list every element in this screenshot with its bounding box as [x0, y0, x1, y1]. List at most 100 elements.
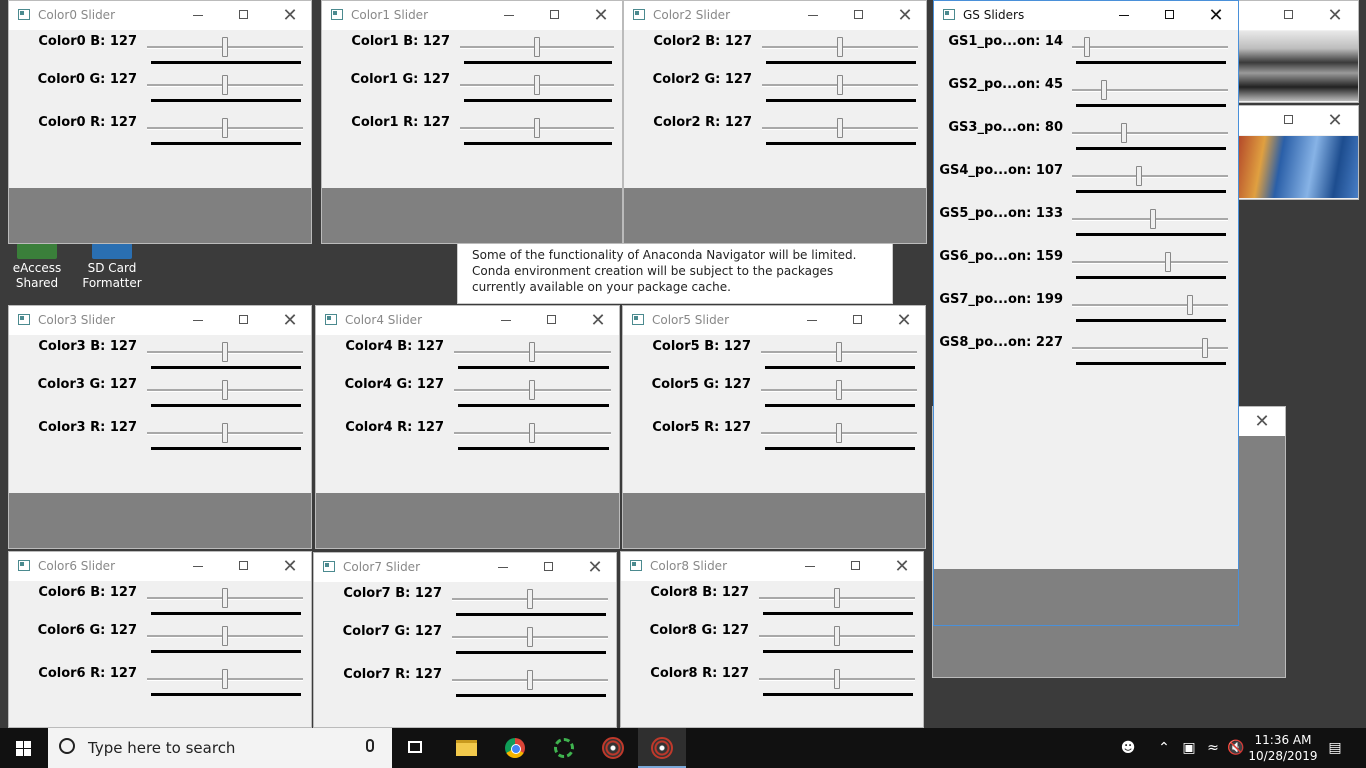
slider-thumb[interactable] — [836, 380, 842, 400]
title-bar[interactable]: Color7 Slider ✕ — [314, 553, 616, 582]
close-button[interactable]: ✕ — [1239, 407, 1285, 436]
chevron-up-icon[interactable]: ⌃ — [1154, 728, 1174, 768]
maximize-button[interactable] — [221, 306, 267, 335]
close-button[interactable]: ✕ — [575, 306, 619, 335]
image-window-grayscale[interactable]: ✕ — [1237, 0, 1359, 103]
gs-slider-track[interactable] — [1072, 261, 1228, 264]
minimize-button[interactable] — [787, 552, 833, 581]
color1-slider-window[interactable]: Color1 Slider ✕ Color1 B: 127 Color1 G: 127… — [321, 0, 623, 244]
close-button[interactable]: ✕ — [1193, 1, 1238, 30]
file-explorer-button[interactable] — [442, 728, 490, 768]
people-icon[interactable]: ☻ — [1116, 728, 1140, 768]
gs-slider-thumb[interactable] — [1202, 338, 1208, 358]
maximize-button[interactable] — [221, 552, 267, 581]
title-bar[interactable]: Color1 Slider ✕ — [322, 1, 622, 30]
gs-slider-thumb[interactable] — [1136, 166, 1142, 186]
gs-slider-track[interactable] — [1072, 89, 1228, 92]
slider-thumb[interactable] — [834, 626, 840, 646]
gs-slider-thumb[interactable] — [1084, 37, 1090, 57]
close-button[interactable]: ✕ — [572, 553, 616, 582]
maximize-button[interactable] — [1266, 106, 1312, 135]
color4-slider-window[interactable]: Color4 Slider ✕ Color4 B: 127 Color4 G: 127… — [315, 305, 620, 549]
slider-thumb[interactable] — [222, 118, 228, 138]
slider-thumb[interactable] — [527, 589, 533, 609]
desktop-icon-eaccess[interactable]: eAccess Shared — [2, 243, 72, 291]
close-button[interactable]: ✕ — [267, 1, 311, 30]
slider-thumb[interactable] — [836, 342, 842, 362]
minimize-button[interactable] — [1101, 1, 1147, 30]
title-bar[interactable]: Color4 Slider ✕ — [316, 306, 619, 335]
slider-thumb[interactable] — [529, 423, 535, 443]
anaconda-button[interactable] — [540, 728, 588, 768]
slider-thumb[interactable] — [222, 626, 228, 646]
gs-slider-track[interactable] — [1072, 304, 1228, 307]
close-button[interactable]: ✕ — [1312, 106, 1358, 135]
slider-thumb[interactable] — [534, 118, 540, 138]
microphone-icon[interactable] — [366, 739, 374, 752]
title-bar[interactable]: Color0 Slider ✕ — [9, 1, 311, 30]
minimize-button[interactable] — [480, 553, 526, 582]
close-button[interactable]: ✕ — [879, 552, 923, 581]
slider-thumb[interactable] — [222, 342, 228, 362]
slider-thumb[interactable] — [222, 37, 228, 57]
network-status-icon[interactable]: ▣ — [1178, 728, 1200, 768]
slider-thumb[interactable] — [837, 75, 843, 95]
color3-slider-window[interactable]: Color3 Slider ✕ Color3 B: 127 Color3 G: 127… — [8, 305, 312, 549]
close-button[interactable]: ✕ — [267, 306, 311, 335]
minimize-button[interactable] — [175, 1, 221, 30]
start-button[interactable] — [0, 728, 48, 768]
spider-app-button-active[interactable] — [638, 728, 686, 768]
maximize-button[interactable] — [836, 1, 882, 30]
gs-slider-track[interactable] — [1072, 175, 1228, 178]
gs-slider-thumb[interactable] — [1150, 209, 1156, 229]
slider-thumb[interactable] — [529, 380, 535, 400]
gs-sliders-window[interactable]: GS Sliders ✕ GS1_po...on: 14 GS2_po...on:… — [933, 0, 1239, 626]
title-bar[interactable]: ✕ — [1238, 106, 1358, 135]
slider-thumb[interactable] — [534, 37, 540, 57]
maximize-button[interactable] — [1147, 1, 1193, 30]
task-view-button[interactable] — [392, 728, 440, 768]
color0-slider-window[interactable]: Color0 Slider ✕ Color0 B: 127 Color0 G: 127… — [8, 0, 312, 244]
clock[interactable]: 11:36 AM 10/28/2019 — [1248, 732, 1318, 764]
title-bar[interactable]: Color5 Slider ✕ — [623, 306, 925, 335]
slider-thumb[interactable] — [222, 588, 228, 608]
gs-slider-thumb[interactable] — [1187, 295, 1193, 315]
slider-thumb[interactable] — [527, 670, 533, 690]
close-button[interactable]: ✕ — [267, 552, 311, 581]
volume-muted-icon[interactable]: 🔇 — [1226, 728, 1246, 768]
color8-slider-window[interactable]: Color8 Slider ✕ Color8 B: 127 Color8 G: 127… — [620, 551, 924, 728]
chrome-button[interactable] — [491, 728, 539, 768]
slider-thumb[interactable] — [222, 75, 228, 95]
spider-app-button[interactable] — [589, 728, 637, 768]
minimize-button[interactable] — [790, 1, 836, 30]
gs-slider-track[interactable] — [1072, 132, 1228, 135]
slider-thumb[interactable] — [222, 669, 228, 689]
title-bar[interactable]: Color6 Slider ✕ — [9, 552, 311, 581]
close-button[interactable]: ✕ — [882, 1, 926, 30]
image-window-color[interactable]: ✕ — [1237, 105, 1359, 200]
minimize-button[interactable] — [175, 306, 221, 335]
color5-slider-window[interactable]: Color5 Slider ✕ Color5 B: 127 Color5 G: 127… — [622, 305, 926, 549]
desktop-icon-sdcard[interactable]: SD Card Formatter — [77, 243, 147, 291]
title-bar[interactable]: Color2 Slider ✕ — [624, 1, 926, 30]
slider-thumb[interactable] — [527, 627, 533, 647]
gs-slider-thumb[interactable] — [1101, 80, 1107, 100]
close-button[interactable]: ✕ — [1312, 1, 1358, 30]
slider-thumb[interactable] — [834, 669, 840, 689]
close-button[interactable]: ✕ — [578, 1, 622, 30]
wifi-icon[interactable]: ≈ — [1202, 728, 1224, 768]
maximize-button[interactable] — [529, 306, 575, 335]
slider-thumb[interactable] — [222, 423, 228, 443]
slider-thumb[interactable] — [529, 342, 535, 362]
maximize-button[interactable] — [221, 1, 267, 30]
slider-thumb[interactable] — [837, 118, 843, 138]
title-bar[interactable]: Color8 Slider ✕ — [621, 552, 923, 581]
slider-thumb[interactable] — [534, 75, 540, 95]
title-bar[interactable]: GS Sliders ✕ — [934, 1, 1238, 30]
minimize-button[interactable] — [175, 552, 221, 581]
gs-slider-track[interactable] — [1072, 46, 1228, 49]
color2-slider-window[interactable]: Color2 Slider ✕ Color2 B: 127 Color2 G: 127… — [623, 0, 927, 244]
slider-thumb[interactable] — [837, 37, 843, 57]
notifications-icon[interactable]: ▤ — [1320, 728, 1350, 768]
maximize-button[interactable] — [833, 552, 879, 581]
